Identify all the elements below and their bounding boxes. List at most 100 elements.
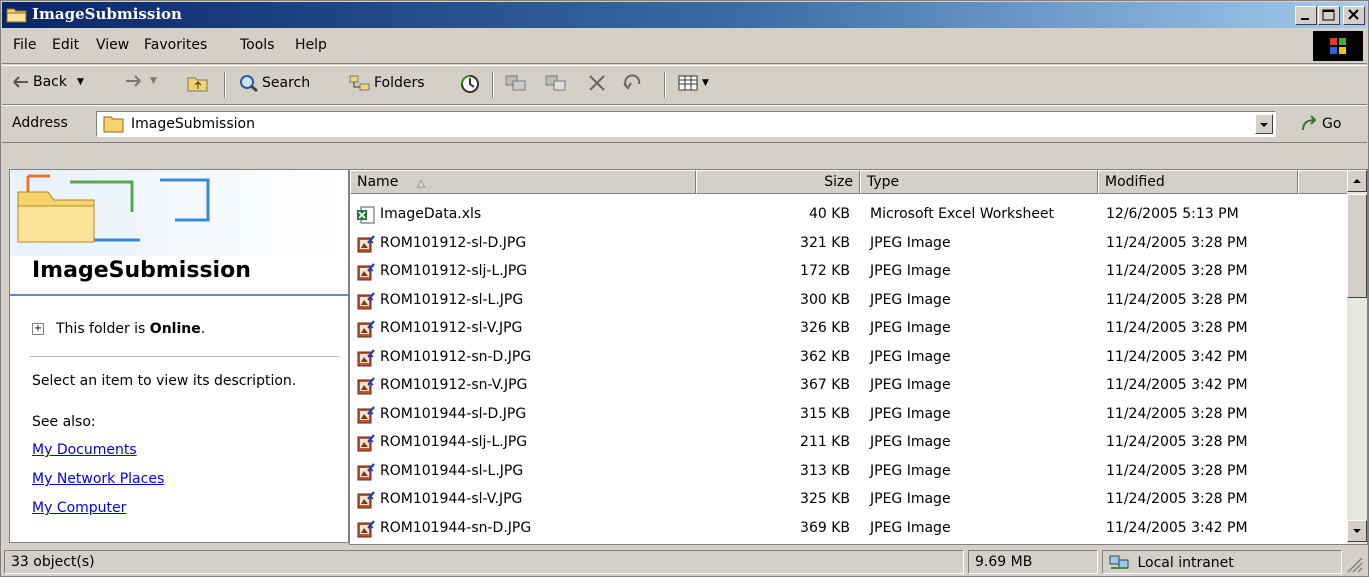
title-bar[interactable]: ImageSubmission — [2, 2, 1367, 28]
views-dropdown-icon[interactable]: ▼ — [702, 78, 709, 88]
menu-tools[interactable]: Tools — [240, 37, 275, 53]
forward-dropdown-icon[interactable]: ▼ — [150, 76, 157, 86]
back-label: Back — [33, 74, 67, 90]
file-list: Name △ Size Type Modified ImageData.xls 4… — [349, 169, 1368, 545]
menu-edit[interactable]: Edit — [52, 37, 79, 53]
jpeg-file-icon — [357, 234, 375, 252]
address-value: ImageSubmission — [131, 116, 255, 132]
scroll-down-button[interactable] — [1347, 520, 1367, 542]
file-row[interactable]: ROM101912-sn-V.JPG 367 KB JPEG Image 11/24/… — [350, 371, 1350, 399]
expand-plus-icon[interactable]: + — [32, 323, 44, 335]
select-hint: Select an item to view its description. — [32, 373, 297, 389]
file-modified: 12/6/2005 5:13 PM — [1106, 206, 1239, 222]
resize-grip-icon[interactable] — [1345, 555, 1363, 573]
copy-to-button[interactable] — [545, 74, 567, 92]
column-header-modified[interactable]: Modified — [1098, 170, 1298, 194]
history-button[interactable] — [459, 74, 481, 94]
jpeg-file-icon — [357, 405, 375, 423]
toolbar-separator — [224, 72, 226, 98]
file-size: 315 KB — [800, 405, 850, 422]
file-row[interactable]: ROM101944-sl-L.JPG 313 KB JPEG Image 11/24/… — [350, 457, 1350, 485]
status-bar: 33 object(s) 9.69 MB Local intranet — [2, 547, 1367, 576]
link-my-documents[interactable]: My Documents — [32, 442, 137, 458]
windows-flag-icon — [1330, 38, 1346, 54]
file-name: ROM101944-sl-D.JPG — [380, 405, 527, 422]
history-icon — [461, 75, 479, 93]
undo-icon — [623, 74, 641, 90]
up-folder-button[interactable] — [187, 74, 209, 92]
panel-divider — [30, 356, 340, 357]
file-row[interactable]: ROM101912-sl-V.JPG 326 KB JPEG Image 11/24/… — [350, 314, 1350, 342]
jpeg-file-icon — [357, 291, 375, 309]
file-row[interactable]: ROM101912-sl-L.JPG 300 KB JPEG Image 11/24/… — [350, 286, 1350, 314]
file-size: 313 KB — [800, 462, 850, 479]
file-modified: 11/24/2005 3:42 PM — [1106, 519, 1248, 536]
file-row[interactable]: ROM101944-sn-D.JPG 369 KB JPEG Image 11/24/… — [350, 514, 1350, 542]
file-row[interactable]: ROM101912-sl-D.JPG 321 KB JPEG Image 11/24/… — [350, 229, 1350, 257]
forward-arrow-icon — [126, 75, 141, 87]
menu-bar: File Edit View Favorites Tools Help — [2, 29, 1367, 64]
file-type: JPEG Image — [870, 491, 951, 507]
jpeg-file-icon — [357, 377, 375, 395]
jpeg-file-icon — [357, 263, 375, 281]
file-modified: 11/24/2005 3:28 PM — [1106, 263, 1248, 279]
menu-file[interactable]: File — [13, 37, 36, 53]
column-header-size[interactable]: Size — [696, 170, 860, 194]
menu-favorites[interactable]: Favorites — [144, 37, 207, 53]
close-button[interactable] — [1343, 6, 1365, 25]
search-button[interactable]: Search — [239, 74, 310, 92]
file-type: JPEG Image — [870, 291, 951, 308]
minimize-icon — [1301, 18, 1309, 20]
back-dropdown-icon[interactable]: ▼ — [77, 77, 84, 87]
address-dropdown-button[interactable] — [1255, 114, 1273, 134]
search-label: Search — [262, 75, 311, 91]
file-modified: 11/24/2005 3:28 PM — [1106, 291, 1248, 308]
file-type: JPEG Image — [870, 434, 951, 450]
file-modified: 11/24/2005 3:28 PM — [1106, 434, 1248, 450]
views-button[interactable]: ▼ — [678, 74, 709, 92]
arrow-up-icon — [1353, 179, 1361, 183]
back-arrow-icon — [13, 76, 28, 88]
delete-button[interactable] — [587, 74, 607, 92]
minimize-button[interactable] — [1295, 6, 1317, 25]
forward-button[interactable]: ▼ — [124, 74, 157, 88]
folders-button[interactable]: Folders — [349, 74, 425, 92]
jpeg-file-icon — [357, 434, 375, 452]
column-header-name[interactable]: Name △ — [350, 170, 696, 194]
file-modified: 11/24/2005 3:28 PM — [1106, 405, 1248, 422]
panel-divider — [10, 294, 348, 296]
link-my-computer[interactable]: My Computer — [32, 500, 126, 516]
online-status: + This folder is Online . — [32, 321, 205, 337]
file-row[interactable]: ROM101944-sl-V.JPG 325 KB JPEG Image 11/24/… — [350, 485, 1350, 513]
file-row[interactable]: ROM101944-sl-D.JPG 315 KB JPEG Image 11/24/… — [350, 400, 1350, 428]
move-to-button[interactable] — [505, 74, 527, 92]
address-input[interactable]: ImageSubmission — [96, 111, 1276, 137]
file-row[interactable]: ROM101912-sn-D.JPG 362 KB JPEG Image 11/24/… — [350, 343, 1350, 371]
folders-tree-icon — [349, 75, 370, 91]
scroll-thumb[interactable] — [1347, 194, 1367, 298]
go-button[interactable]: Go — [1300, 115, 1341, 133]
file-row[interactable]: ROM101944-slj-L.JPG 211 KB JPEG Image 11/24… — [350, 428, 1350, 456]
views-grid-icon — [678, 75, 698, 91]
link-my-network-places[interactable]: My Network Places — [32, 471, 164, 487]
file-size: 367 KB — [800, 377, 850, 393]
column-header-type[interactable]: Type — [860, 170, 1098, 194]
file-name: ImageData.xls — [380, 206, 482, 222]
scroll-up-button[interactable] — [1347, 170, 1367, 192]
window-title: ImageSubmission — [32, 5, 182, 23]
file-size: 172 KB — [800, 263, 850, 279]
local-intranet-icon — [1109, 555, 1129, 569]
file-name: ROM101944-slj-L.JPG — [380, 434, 528, 450]
file-row[interactable]: ROM101912-slj-L.JPG 172 KB JPEG Image 11/24… — [350, 257, 1350, 285]
menu-view[interactable]: View — [96, 37, 129, 53]
vertical-scrollbar[interactable] — [1347, 170, 1367, 544]
excel-file-icon — [357, 206, 375, 224]
address-bar: Address ImageSubmission Go — [2, 105, 1367, 143]
maximize-button[interactable] — [1318, 6, 1340, 25]
menu-help[interactable]: Help — [295, 37, 327, 53]
undo-button[interactable] — [622, 74, 644, 92]
file-size: 362 KB — [800, 348, 850, 365]
file-row[interactable]: ImageData.xls 40 KB Microsoft Excel Worksh… — [350, 200, 1350, 228]
file-type: JPEG Image — [870, 462, 951, 479]
back-button[interactable]: Back ▼ — [12, 74, 84, 90]
